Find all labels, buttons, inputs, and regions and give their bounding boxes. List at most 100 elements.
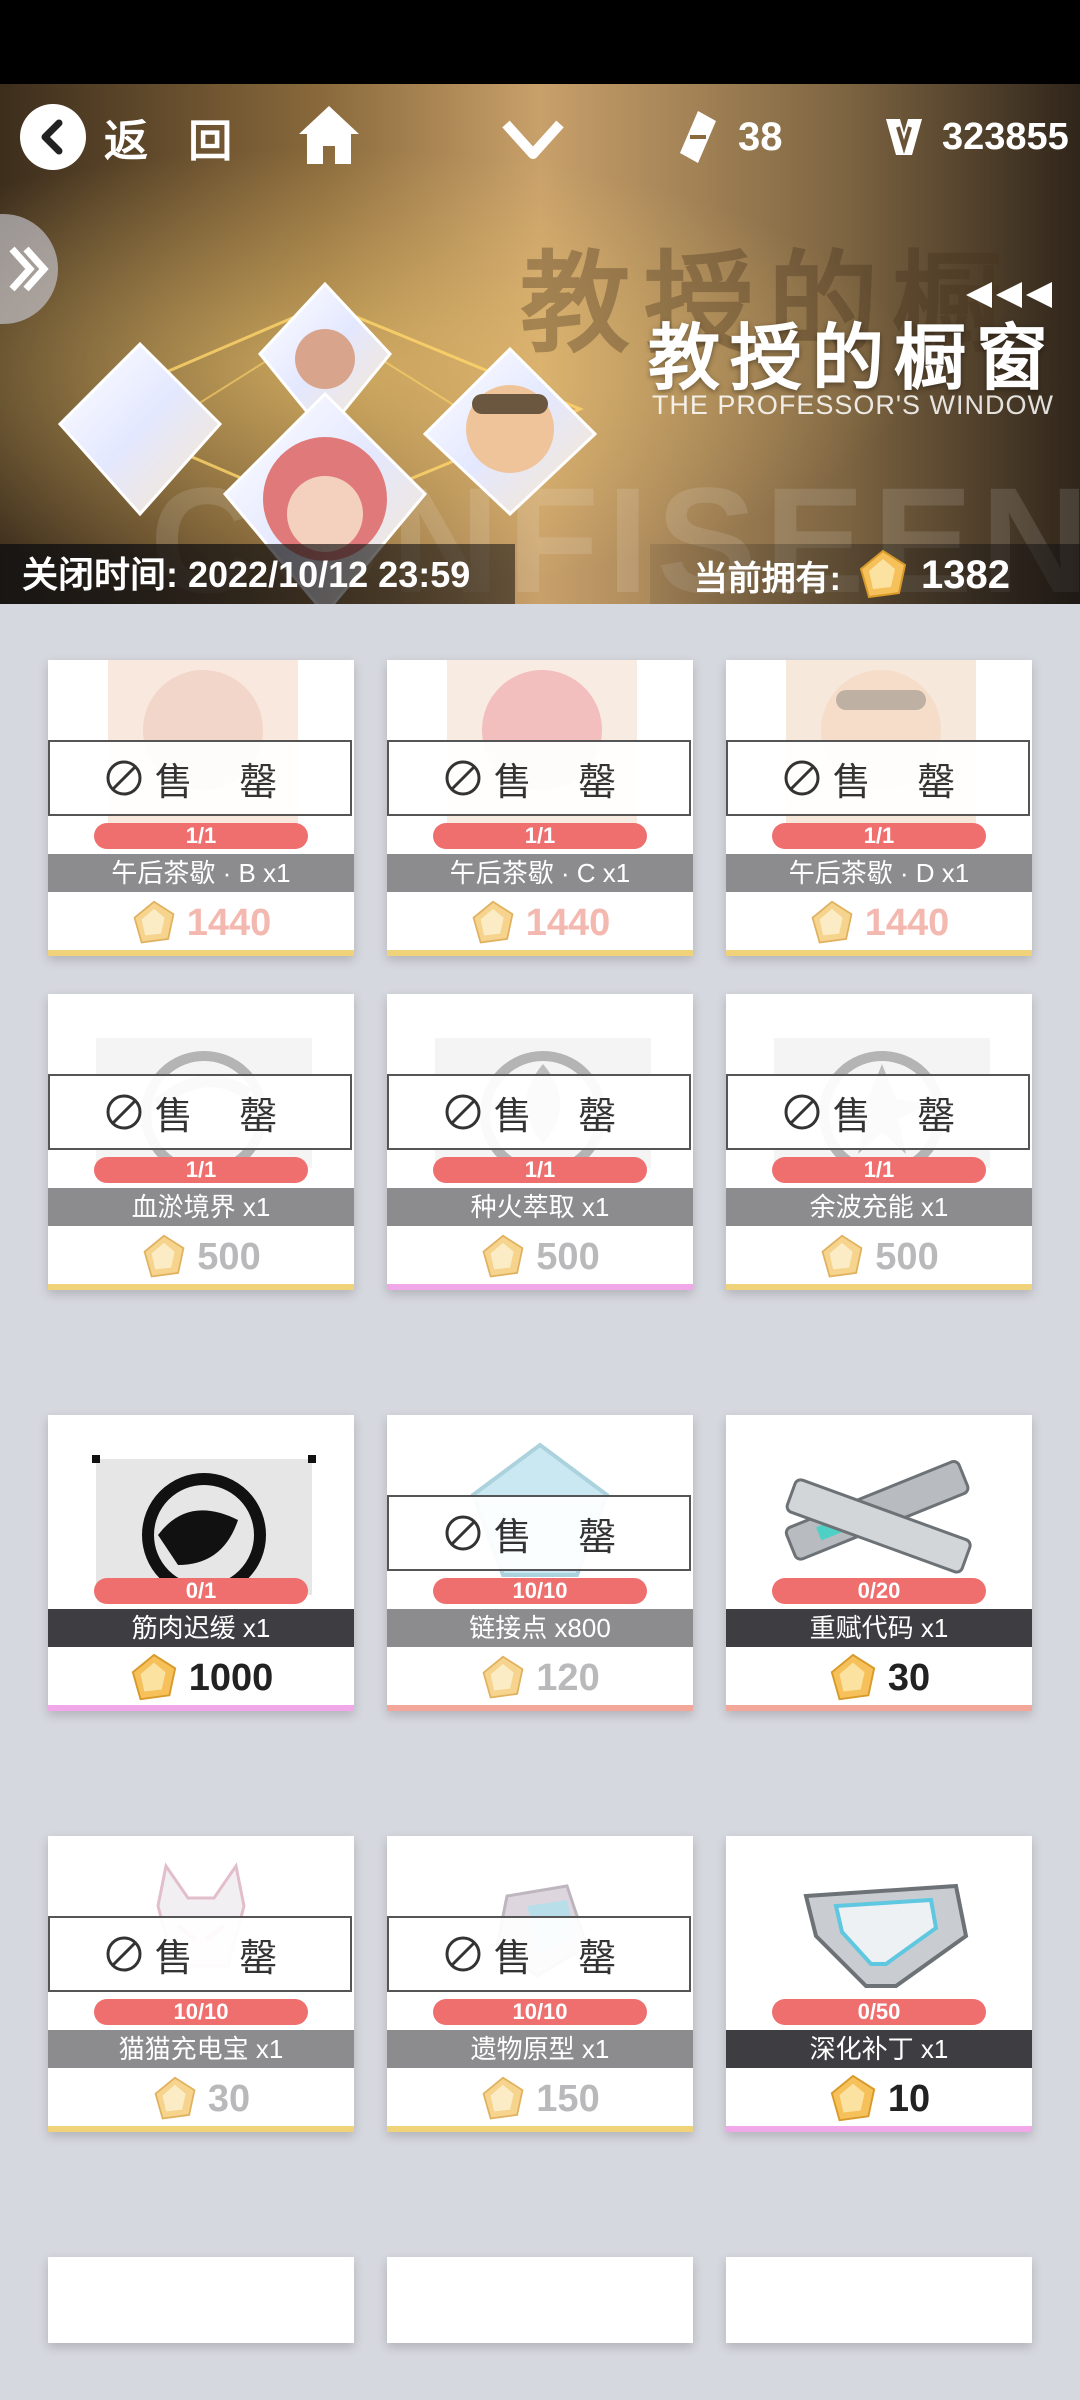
price-value: 1440 <box>864 901 950 944</box>
rarity-line <box>726 950 1032 956</box>
stock-count: 10/10 <box>433 1999 647 2025</box>
gem-icon <box>859 549 907 599</box>
item-name: 链接点 x800 <box>387 1609 693 1647</box>
price-value: 500 <box>536 1235 600 1278</box>
sold-out-label: 售 罄 <box>493 1516 635 1559</box>
shop-item-card-partial[interactable] <box>48 2257 354 2343</box>
item-name: 种火萃取 x1 <box>387 1188 693 1226</box>
chevron-down-icon[interactable] <box>500 114 566 164</box>
shop-item-card[interactable]: 售 罄 1/1 午后茶歇 · C x1 1440 <box>387 660 693 956</box>
banner-subtitle: THE PROFESSOR'S WINDOW <box>651 390 1054 420</box>
shop-item-card[interactable]: 售 罄 1/1 午后茶歇 · D x1 1440 <box>726 660 1032 956</box>
item-price: 150 <box>387 2074 693 2124</box>
currency-counter[interactable]: 323855 <box>880 106 1069 168</box>
rarity-line <box>48 1284 354 1290</box>
rarity-line <box>726 1705 1032 1711</box>
sold-out-label: 售 罄 <box>154 1095 296 1138</box>
prohibited-icon <box>784 1094 820 1130</box>
side-expand-tab[interactable] <box>0 214 58 324</box>
sold-out-overlay: 售 罄 <box>387 1916 691 1992</box>
stock-count: 10/10 <box>433 1578 647 1604</box>
rarity-line <box>387 1284 693 1290</box>
prohibited-icon <box>445 1094 481 1130</box>
shop-item-card[interactable]: 0/1 筋肉迟缓 x1 1000 <box>48 1415 354 1711</box>
top-nav: 返 回 38 323855 <box>0 84 1080 189</box>
home-icon[interactable] <box>295 102 363 170</box>
stock-count: 0/1 <box>94 1578 308 1604</box>
owned-currency: 当前拥有: 1382 <box>650 544 1080 604</box>
item-price: 500 <box>726 1232 1032 1282</box>
muscle-delay-emblem-icon <box>92 1455 316 1595</box>
item-price: 500 <box>387 1232 693 1282</box>
gem-icon <box>830 1653 876 1701</box>
gem-icon <box>821 1234 863 1278</box>
sold-out-label: 售 罄 <box>154 1937 296 1980</box>
ticket-icon <box>680 111 716 163</box>
shop-item-card-partial[interactable] <box>726 2257 1032 2343</box>
gem-icon <box>472 900 514 944</box>
item-price: 1440 <box>48 898 354 948</box>
price-value: 1440 <box>186 901 272 944</box>
sold-out-label: 售 罄 <box>154 761 296 804</box>
sold-out-label: 售 罄 <box>493 1937 635 1980</box>
shop-item-card[interactable]: 0/50 深化补丁 x1 10 <box>726 1836 1032 2132</box>
stock-count: 1/1 <box>94 1157 308 1183</box>
character-portraits <box>57 281 598 604</box>
stock-count: 0/50 <box>772 1999 986 2025</box>
rarity-line <box>48 950 354 956</box>
price-value: 500 <box>197 1235 261 1278</box>
shop-item-card-partial[interactable] <box>387 2257 693 2343</box>
item-price: 30 <box>726 1653 1032 1703</box>
shop-item-card[interactable]: 售 罄 10/10 链接点 x800 120 <box>387 1415 693 1711</box>
shop-item-card[interactable]: 售 罄 1/1 血淤境界 x1 500 <box>48 994 354 1290</box>
item-name: 遗物原型 x1 <box>387 2030 693 2068</box>
item-name: 余波充能 x1 <box>726 1188 1032 1226</box>
shop-item-card[interactable]: 售 罄 10/10 遗物原型 x1 150 <box>387 1836 693 2132</box>
back-button[interactable]: 返 回 <box>20 104 246 170</box>
shop-item-card[interactable]: 售 罄 1/1 午后茶歇 · B x1 1440 <box>48 660 354 956</box>
rarity-line <box>387 2126 693 2132</box>
sold-out-overlay: 售 罄 <box>387 1074 691 1150</box>
shop-item-card[interactable]: 0/20 重赋代码 x1 30 <box>726 1415 1032 1711</box>
shop-item-card[interactable]: 售 罄 1/1 种火萃取 x1 500 <box>387 994 693 1290</box>
prohibited-icon <box>445 760 481 796</box>
item-name: 筋肉迟缓 x1 <box>48 1609 354 1647</box>
rarity-line <box>387 1705 693 1711</box>
price-value: 1000 <box>188 1656 274 1699</box>
sold-out-overlay: 售 罄 <box>48 1074 352 1150</box>
sold-out-label: 售 罄 <box>832 761 974 804</box>
stock-count: 0/20 <box>772 1578 986 1604</box>
shop-item-card[interactable]: 售 罄 10/10 猫猫充电宝 x1 30 <box>48 1836 354 2132</box>
owned-amount: 1382 <box>921 552 1010 597</box>
stock-count: 1/1 <box>772 823 986 849</box>
deep-patch-icon <box>803 1883 969 1988</box>
price-value: 150 <box>536 2077 600 2120</box>
sold-out-overlay: 售 罄 <box>726 1074 1030 1150</box>
close-time: 关闭时间: 2022/10/12 23:59 <box>0 544 515 604</box>
item-name: 血淤境界 x1 <box>48 1188 354 1226</box>
item-price: 30 <box>48 2074 354 2124</box>
gem-icon <box>133 900 175 944</box>
code-chips-icon <box>784 1460 972 1574</box>
ticket-counter[interactable]: 38 <box>676 106 783 168</box>
item-name: 午后茶歇 · C x1 <box>387 854 693 892</box>
item-name: 猫猫充电宝 x1 <box>48 2030 354 2068</box>
ticket-count: 38 <box>738 114 783 159</box>
prohibited-icon <box>784 760 820 796</box>
prohibited-icon <box>106 760 142 796</box>
currency-icon <box>886 119 922 155</box>
rarity-line <box>48 2126 354 2132</box>
item-name: 午后茶歇 · D x1 <box>726 854 1032 892</box>
banner: 教授的橱 CONFISEEN 教授的橱窗 THE PROFESSOR'S WIN… <box>0 84 1080 604</box>
sold-out-overlay: 售 罄 <box>387 1495 691 1571</box>
rarity-line <box>726 2126 1032 2132</box>
item-name: 重赋代码 x1 <box>726 1609 1032 1647</box>
prohibited-icon <box>445 1936 481 1972</box>
banner-title: 教授的橱窗 <box>647 319 1058 399</box>
prohibited-icon <box>106 1936 142 1972</box>
shop-item-card[interactable]: 售 罄 1/1 余波充能 x1 500 <box>726 994 1032 1290</box>
sold-out-overlay: 售 罄 <box>387 740 691 816</box>
gem-icon <box>811 900 853 944</box>
item-price: 120 <box>387 1653 693 1703</box>
gem-icon <box>143 1234 185 1278</box>
